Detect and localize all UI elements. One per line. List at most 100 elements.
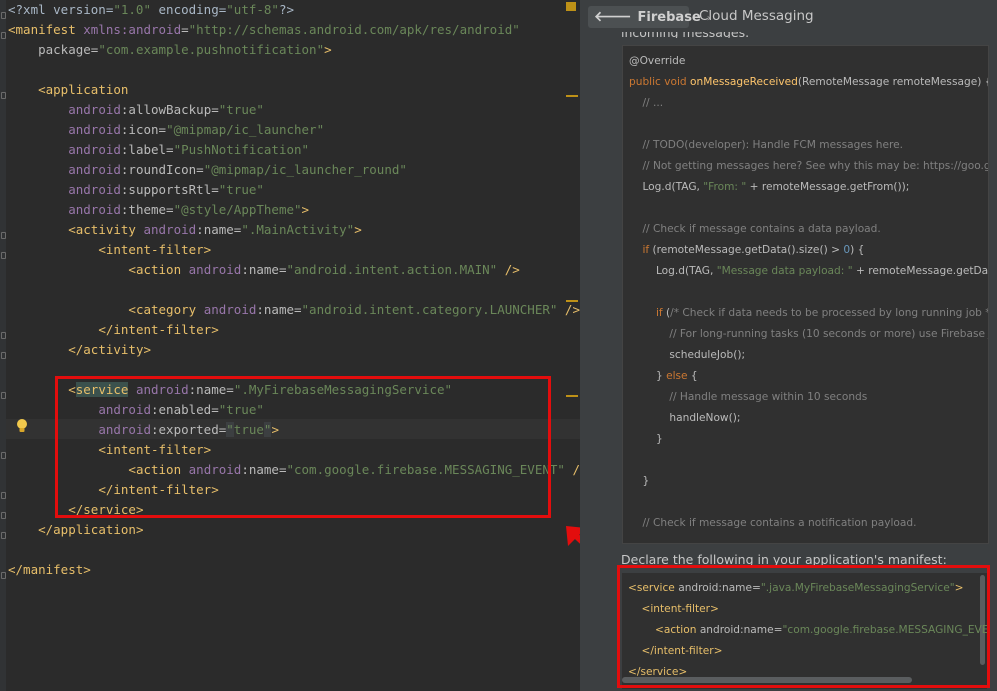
sample-code-line: // TODO(developer): Handle FCM messages …: [629, 135, 903, 156]
sample-code-line: if (remoteMessage.getData().size() > 0) …: [629, 240, 864, 261]
code-token: />: [572, 462, 580, 477]
code-token: :supportsRtl=: [120, 182, 219, 197]
code-token: android: [68, 182, 121, 197]
back-button[interactable]: 🡐 Firebase ›: [588, 6, 711, 28]
code-token: @Override: [629, 55, 686, 67]
code-token: // Check if message contains a data payl…: [642, 223, 881, 235]
code-token: }: [629, 475, 650, 487]
code-token: + remoteMessage.getData());: [855, 265, 989, 277]
code-token: ?>: [278, 2, 295, 17]
editor-line: <intent-filter>: [8, 240, 211, 260]
code-token: "true": [218, 182, 264, 197]
fold-toggle-icon[interactable]: [1, 452, 6, 459]
inspection-status-icon[interactable]: [566, 2, 576, 11]
code-token: "Message data payload: ": [716, 265, 853, 277]
scrollbar-warning-marker[interactable]: [566, 395, 578, 397]
editor-line: <action android:name="android.intent.act…: [8, 260, 519, 280]
editor-line: </intent-filter>: [8, 320, 218, 340]
code-token: <application: [38, 82, 129, 97]
code-token: ".MainActivity": [241, 222, 355, 237]
code-token: :allowBackup=: [120, 102, 219, 117]
code-token: android: [68, 202, 121, 217]
code-token: xmlns:android: [83, 22, 182, 37]
sample-code-line: Log.d(TAG, "Message data payload: " + re…: [629, 261, 989, 282]
fold-toggle-icon[interactable]: [1, 572, 6, 579]
editor-line: android:label="PushNotification": [8, 140, 309, 160]
code-token: // ...: [642, 97, 664, 109]
code-token: android: [68, 102, 121, 117]
service-highlight-box: [55, 376, 551, 518]
code-token: "true": [218, 102, 264, 117]
code-token: else: [666, 370, 688, 382]
code-token: android: [188, 262, 242, 277]
fold-toggle-icon[interactable]: [1, 352, 6, 359]
editor-line: android:theme="@style/AppTheme">: [8, 200, 309, 220]
code-token: "From: ": [703, 181, 747, 193]
code-token: android: [68, 162, 121, 177]
code-token: (RemoteMessage remoteMessage) {: [797, 76, 989, 88]
fold-toggle-icon[interactable]: [1, 532, 6, 539]
code-token: Log.d(TAG,: [629, 265, 717, 277]
code-sample-message-handler[interactable]: @Override public void onMessageReceived(R…: [622, 45, 989, 544]
code-token: >: [301, 202, 310, 217]
editor-line: android:icon="@mipmap/ic_launcher": [8, 120, 324, 140]
fold-toggle-icon[interactable]: [1, 32, 6, 39]
editor-line: <manifest xmlns:android="http://schemas.…: [8, 20, 520, 40]
code-token: "com.example.pushnotification": [98, 42, 325, 57]
code-token: <intent-filter>: [98, 242, 212, 257]
fold-toggle-icon[interactable]: [1, 232, 6, 239]
sample-code-line: } else {: [629, 366, 698, 387]
scrollbar-warning-marker[interactable]: [566, 95, 578, 97]
editor-line: <application: [8, 80, 128, 100]
lightbulb-icon[interactable]: [16, 418, 28, 434]
code-token: "http://schemas.android.com/apk/res/andr…: [188, 22, 520, 37]
code-token: "@mipmap/ic_launcher": [166, 122, 325, 137]
fold-toggle-icon[interactable]: [1, 12, 6, 19]
code-token: <?xml version=: [8, 2, 114, 17]
fold-toggle-icon[interactable]: [1, 492, 6, 499]
editor-line: </application>: [8, 520, 143, 540]
code-token: :roundIcon=: [120, 162, 204, 177]
code-token: onMessageReceived: [690, 76, 798, 88]
code-token: // Check if message contains a notificat…: [642, 517, 917, 529]
code-token: </application>: [38, 522, 144, 537]
code-token: // For long-running tasks (10 seconds or…: [669, 328, 986, 340]
fold-toggle-icon[interactable]: [1, 92, 6, 99]
sample-code-line: }: [629, 471, 649, 492]
code-token: <manifest: [8, 22, 84, 37]
back-button-label: Firebase: [637, 10, 701, 25]
xml-editor[interactable]: <?xml version="1.0" encoding="utf-8"?> <m…: [0, 0, 580, 691]
fold-toggle-icon[interactable]: [1, 252, 6, 259]
sample-code-line: @Override: [629, 51, 685, 72]
fold-toggle-icon[interactable]: [1, 512, 6, 519]
code-token: + remoteMessage.getFrom());: [746, 181, 910, 193]
scrollbar-warning-marker[interactable]: [566, 300, 578, 302]
manifest-highlight-box: [617, 565, 990, 688]
editor-line: android:roundIcon="@mipmap/ic_launcher_r…: [8, 160, 407, 180]
panel-title: Cloud Messaging: [699, 8, 814, 24]
fold-toggle-icon[interactable]: [1, 392, 6, 399]
sample-code-line: scheduleJob();: [629, 345, 745, 366]
code-token: /* Check if data needs to be processed b…: [670, 307, 989, 319]
code-token: {: [687, 370, 698, 382]
code-token: />: [557, 302, 580, 317]
code-token: :theme=: [120, 202, 174, 217]
fold-toggle-icon[interactable]: [1, 332, 6, 339]
sample-code-line: // Check if message contains a data payl…: [629, 219, 881, 240]
code-token: <action: [128, 262, 189, 277]
